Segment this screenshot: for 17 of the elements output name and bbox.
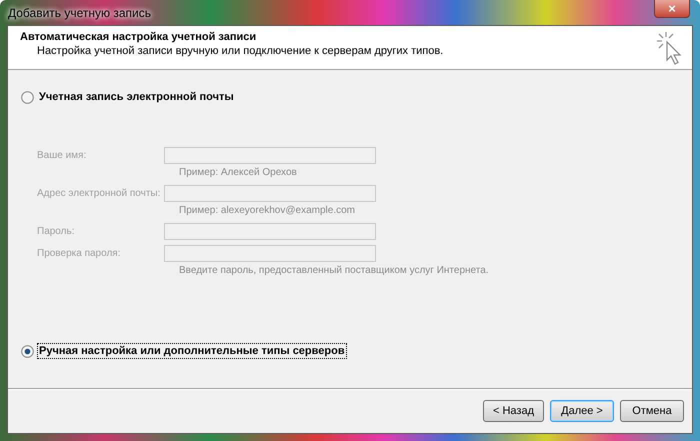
field-hint: Пример: Алексей Орехов <box>178 167 297 178</box>
field-label: Ваше имя: <box>37 150 88 161</box>
dialog-button[interactable]: Отмена <box>620 400 684 422</box>
field-label: Проверка пароля: <box>37 248 122 259</box>
option-label[interactable]: Учетная запись электронной почты <box>37 89 236 105</box>
field-hint: Пример: alexeyorekhov@example.com <box>178 205 355 216</box>
radio-button[interactable] <box>21 344 34 358</box>
field-hint: Введите пароль, предоставленный поставщиком услуг Интернета. <box>178 265 489 276</box>
field-label: Адрес электронной почты: <box>37 188 162 199</box>
field-label: Пароль: <box>37 226 76 237</box>
header-subtitle: Настройка учетной записи вручную или подключение к серверам других типов. <box>36 45 444 57</box>
dialog-button[interactable]: Далее > <box>550 400 614 422</box>
dialog-button[interactable]: < Назад <box>483 400 544 422</box>
header-title: Автоматическая настройка учетной записи <box>20 31 258 43</box>
radio-button[interactable] <box>21 90 34 104</box>
option-label[interactable]: Ручная настройка или дополнительные типы серверов <box>37 343 347 359</box>
window-title: Добавить учетную запись <box>7 6 151 20</box>
